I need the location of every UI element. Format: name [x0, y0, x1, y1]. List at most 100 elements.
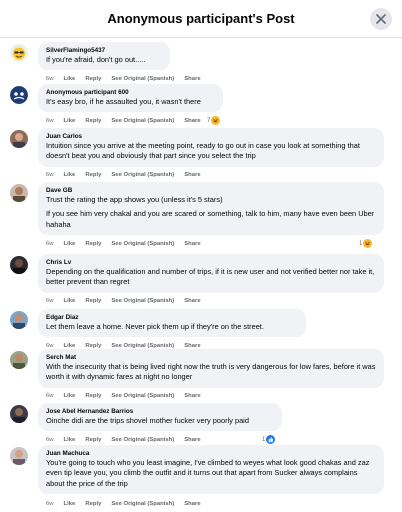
reaction-count: 7	[207, 117, 211, 124]
share-button[interactable]: Share	[184, 501, 200, 507]
reaction-summary[interactable]: 1	[359, 239, 373, 248]
comment-text: Trust the rating the app shows you (unle…	[46, 195, 223, 204]
comment-time[interactable]: 6w	[46, 76, 54, 82]
reaction-summary[interactable]: 1	[262, 435, 276, 444]
comment-author[interactable]: Jose Abel Hernandez Barrios	[46, 407, 274, 416]
comment-time[interactable]: 6w	[46, 241, 54, 247]
share-button[interactable]: Share	[184, 172, 200, 178]
comment-text: With the insecurity that is being lived …	[46, 362, 376, 382]
comment-author[interactable]: SilverFlamingo5437	[46, 46, 162, 55]
see-original-button[interactable]: See Original (Spanish)	[111, 241, 174, 247]
comment-author[interactable]: Dave GB	[46, 186, 376, 195]
close-button[interactable]	[370, 8, 392, 30]
reply-button[interactable]: Reply	[85, 501, 101, 507]
share-button[interactable]: Share	[184, 393, 200, 399]
share-button[interactable]: Share	[184, 298, 200, 304]
see-original-button[interactable]: See Original (Spanish)	[111, 501, 174, 507]
haha-reaction-icon	[363, 239, 373, 248]
avatar[interactable]	[10, 184, 28, 202]
comment-time[interactable]: 6w	[46, 298, 54, 304]
profile-photo-icon	[10, 405, 28, 423]
comment-time[interactable]: 6w	[46, 437, 54, 443]
like-button[interactable]: Like	[64, 437, 76, 443]
comment-actions: 6w Like Reply See Original (Spanish) Sha…	[46, 501, 201, 507]
see-original-button[interactable]: See Original (Spanish)	[111, 437, 174, 443]
like-button[interactable]: Like	[64, 241, 76, 247]
reply-button[interactable]: Reply	[85, 118, 101, 124]
comment-bubble: Anonymous participant 600 It's easy bro,…	[38, 84, 223, 113]
see-original-button[interactable]: See Original (Spanish)	[111, 298, 174, 304]
haha-reaction-icon	[211, 116, 221, 125]
reply-button[interactable]: Reply	[85, 393, 101, 399]
comment-actions: 6w Like Reply See Original (Spanish) Sha…	[46, 118, 201, 124]
avatar[interactable]	[10, 86, 28, 104]
reaction-count: 1	[359, 240, 363, 247]
profile-photo-icon	[10, 311, 28, 329]
comment-author[interactable]: Edgar Diaz	[46, 313, 298, 322]
comment-actions: 6w Like Reply See Original (Spanish) Sha…	[46, 298, 201, 304]
comment-text: Let them leave a home. Never pick them u…	[46, 322, 264, 331]
comment-time[interactable]: 6w	[46, 501, 54, 507]
comment-time[interactable]: 6w	[46, 172, 54, 178]
avatar[interactable]	[10, 447, 28, 465]
comments-list[interactable]: SilverFlamingo5437 If you're afraid, don…	[0, 38, 402, 512]
comment-actions: 6w Like Reply See Original (Spanish) Sha…	[46, 172, 201, 178]
comment-bubble: Serch Mat With the insecurity that is be…	[38, 349, 384, 388]
reply-button[interactable]: Reply	[85, 76, 101, 82]
share-button[interactable]: Share	[184, 118, 200, 124]
dialog-title: Anonymous participant's Post	[107, 11, 295, 26]
comment-author[interactable]: Anonymous participant 600	[46, 88, 215, 97]
comment-text: Oinche didi are the trips shovel mother …	[46, 416, 249, 425]
avatar[interactable]	[10, 351, 28, 369]
comment-text: It's easy bro, if he assaulted you, it w…	[46, 97, 201, 106]
profile-photo-icon	[10, 256, 28, 274]
profile-photo-icon	[10, 447, 28, 465]
see-original-button[interactable]: See Original (Spanish)	[111, 393, 174, 399]
profile-photo-icon	[10, 184, 28, 202]
share-button[interactable]: Share	[184, 76, 200, 82]
comment-actions: 6w Like Reply See Original (Spanish) Sha…	[46, 241, 201, 247]
like-button[interactable]: Like	[64, 501, 76, 507]
comment-text: If you see him very chakal and you are s…	[46, 209, 375, 229]
comment-time[interactable]: 6w	[46, 393, 54, 399]
comment-author[interactable]: Serch Mat	[46, 353, 376, 362]
comment-bubble: Edgar Diaz Let them leave a home. Never …	[38, 309, 306, 338]
comment-time[interactable]: 6w	[46, 118, 54, 124]
close-icon	[376, 14, 386, 24]
reply-button[interactable]: Reply	[85, 298, 101, 304]
reaction-summary[interactable]: 7	[207, 116, 221, 125]
reply-button[interactable]: Reply	[85, 241, 101, 247]
comment-author[interactable]: Chris Lv	[46, 258, 376, 267]
comment-actions: 6w Like Reply See Original (Spanish) Sha…	[46, 393, 201, 399]
like-button[interactable]: Like	[64, 298, 76, 304]
comment-text: Depending on the qualification and numbe…	[46, 267, 375, 287]
like-reaction-icon	[266, 435, 276, 444]
avatar[interactable]	[10, 44, 28, 62]
comment-author[interactable]: Juan Carlos	[46, 132, 376, 141]
comment-bubble: Jose Abel Hernandez Barrios Oinche didi …	[38, 403, 282, 432]
see-original-button[interactable]: See Original (Spanish)	[111, 118, 174, 124]
profile-photo-icon	[10, 130, 28, 148]
like-button[interactable]: Like	[64, 118, 76, 124]
emoji-avatar-icon	[10, 44, 28, 62]
see-original-button[interactable]: See Original (Spanish)	[111, 172, 174, 178]
comment-bubble: SilverFlamingo5437 If you're afraid, don…	[38, 42, 170, 71]
avatar[interactable]	[10, 256, 28, 274]
like-button[interactable]: Like	[64, 393, 76, 399]
avatar[interactable]	[10, 405, 28, 423]
like-button[interactable]: Like	[64, 172, 76, 178]
reply-button[interactable]: Reply	[85, 172, 101, 178]
avatar[interactable]	[10, 311, 28, 329]
share-button[interactable]: Share	[184, 241, 200, 247]
see-original-button[interactable]: See Original (Spanish)	[111, 76, 174, 82]
comment-bubble: Chris Lv Depending on the qualification …	[38, 254, 384, 293]
reply-button[interactable]: Reply	[85, 437, 101, 443]
comment-text: Intuition since you arrive at the meetin…	[46, 141, 360, 161]
reaction-count: 1	[262, 436, 266, 443]
like-button[interactable]: Like	[64, 76, 76, 82]
comment-author[interactable]: Juan Machuca	[46, 449, 376, 458]
share-button[interactable]: Share	[184, 437, 200, 443]
avatar[interactable]	[10, 130, 28, 148]
post-dialog-header: Anonymous participant's Post	[0, 0, 402, 38]
profile-photo-icon	[10, 351, 28, 369]
